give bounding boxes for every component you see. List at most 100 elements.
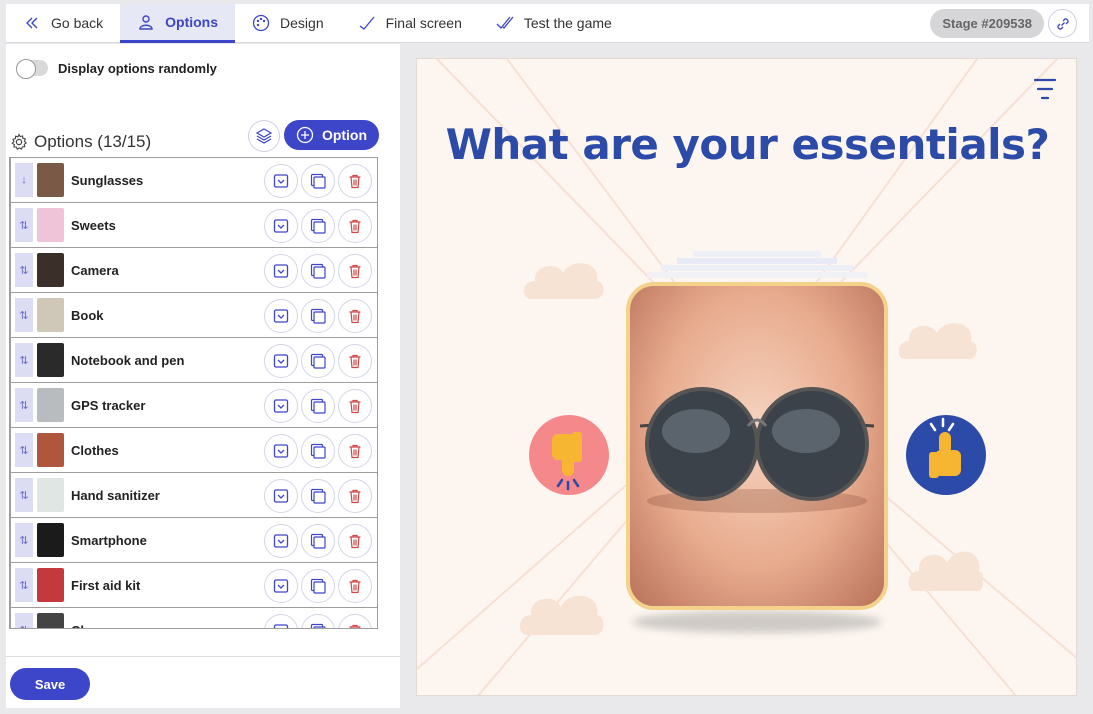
drag-handle-icon[interactable]: ⇅ <box>15 343 33 377</box>
option-row[interactable]: ⇅ First aid kit <box>11 563 377 608</box>
top-navigation-bar: Go back Options Design Final screen Test… <box>6 3 1089 43</box>
option-thumbnail <box>37 523 64 557</box>
trash-icon <box>349 354 361 369</box>
tab-design[interactable]: Design <box>235 4 341 43</box>
option-thumbnail <box>37 253 64 287</box>
gear-icon <box>11 133 28 150</box>
duplicate-button[interactable] <box>301 254 335 288</box>
expand-button[interactable] <box>264 209 298 243</box>
drag-handle-icon[interactable]: ⇅ <box>15 433 33 467</box>
duplicate-button[interactable] <box>301 164 335 198</box>
duplicate-button[interactable] <box>301 569 335 603</box>
expand-button[interactable] <box>264 434 298 468</box>
option-thumbnail <box>37 298 64 332</box>
drag-handle-icon[interactable]: ⇅ <box>15 388 33 422</box>
double-check-icon <box>496 16 514 29</box>
duplicate-button[interactable] <box>301 434 335 468</box>
tab-label: Final screen <box>385 15 462 31</box>
drag-handle-icon[interactable]: ↓ <box>15 163 33 197</box>
duplicate-button[interactable] <box>301 479 335 513</box>
option-row[interactable]: ⇅ Smartphone <box>11 518 377 563</box>
drag-handle-icon[interactable]: ⇅ <box>15 253 33 287</box>
duplicate-button[interactable] <box>301 389 335 423</box>
tab-label: Test the game <box>523 15 612 31</box>
link-button[interactable] <box>1048 9 1077 38</box>
delete-button[interactable] <box>338 389 372 423</box>
row-actions <box>264 614 372 628</box>
delete-button[interactable] <box>338 254 372 288</box>
expand-button[interactable] <box>264 254 298 288</box>
option-row[interactable]: ⇅ Clothes <box>11 428 377 473</box>
duplicate-button[interactable] <box>301 299 335 333</box>
duplicate-button[interactable] <box>301 209 335 243</box>
drag-handle-icon[interactable]: ⇅ <box>15 523 33 557</box>
option-card[interactable] <box>626 282 888 610</box>
delete-button[interactable] <box>338 479 372 513</box>
option-row[interactable]: ⇅ Camera <box>11 248 377 293</box>
drag-handle-icon[interactable]: ⇅ <box>15 208 33 242</box>
row-actions <box>264 164 372 198</box>
tab-go-back[interactable]: Go back <box>6 4 120 43</box>
row-actions <box>264 299 372 333</box>
tab-test-the-game[interactable]: Test the game <box>479 4 629 43</box>
save-button[interactable]: Save <box>10 668 90 700</box>
tab-options[interactable]: Options <box>120 3 236 43</box>
option-row[interactable]: ⇅ GPS tracker <box>11 383 377 428</box>
drag-handle-icon[interactable]: ⇅ <box>15 298 33 332</box>
chevron-down-box-icon <box>273 309 289 323</box>
expand-button[interactable] <box>264 614 298 628</box>
menu-icon[interactable] <box>1034 77 1056 101</box>
option-label: Hand sanitizer <box>71 487 160 503</box>
delete-button[interactable] <box>338 569 372 603</box>
option-row[interactable]: ⇅ Notebook and pen <box>11 338 377 383</box>
link-icon <box>1056 17 1069 30</box>
copy-icon <box>310 353 326 369</box>
expand-button[interactable] <box>264 299 298 333</box>
expand-button[interactable] <box>264 524 298 558</box>
option-label: Book <box>71 307 104 323</box>
delete-button[interactable] <box>338 344 372 378</box>
option-label: Charger <box>71 623 121 629</box>
thumbs-up-button[interactable] <box>905 414 987 496</box>
option-thumbnail <box>37 388 64 422</box>
option-row[interactable]: ⇅ Hand sanitizer <box>11 473 377 518</box>
drag-handle-icon[interactable]: ⇅ <box>15 568 33 602</box>
add-option-button[interactable]: Option <box>284 120 379 150</box>
option-row[interactable]: ⇅ Charger <box>11 608 377 629</box>
expand-button[interactable] <box>264 569 298 603</box>
delete-button[interactable] <box>338 164 372 198</box>
duplicate-button[interactable] <box>301 344 335 378</box>
game-preview: What are your essentials? <box>416 58 1077 696</box>
expand-button[interactable] <box>264 479 298 513</box>
option-row[interactable]: ↓ Sunglasses <box>11 158 377 203</box>
duplicate-button[interactable] <box>301 524 335 558</box>
options-panel: Display options randomly Options (13/15)… <box>6 44 400 708</box>
option-row[interactable]: ⇅ Sweets <box>11 203 377 248</box>
option-row[interactable]: ⇅ Book <box>11 293 377 338</box>
option-thumbnail <box>37 163 64 197</box>
options-list[interactable]: ↓ Sunglasses ⇅ Sweets ⇅ Camera ⇅ Book ⇅ Notebook … <box>9 157 378 629</box>
option-label: Notebook and pen <box>71 352 185 368</box>
expand-button[interactable] <box>264 344 298 378</box>
tab-final-screen[interactable]: Final screen <box>341 4 479 43</box>
delete-button[interactable] <box>338 299 372 333</box>
row-actions <box>264 389 372 423</box>
plus-circle-icon <box>296 126 314 144</box>
layers-button[interactable] <box>248 120 280 152</box>
drag-handle-icon[interactable]: ⇅ <box>15 613 33 628</box>
delete-button[interactable] <box>338 209 372 243</box>
delete-button[interactable] <box>338 524 372 558</box>
option-thumbnail <box>37 208 64 242</box>
expand-button[interactable] <box>264 389 298 423</box>
duplicate-button[interactable] <box>301 614 335 628</box>
stage-badge[interactable]: Stage #209538 <box>930 9 1044 38</box>
tab-label: Go back <box>51 15 104 31</box>
expand-button[interactable] <box>264 164 298 198</box>
drag-handle-icon[interactable]: ⇅ <box>15 478 33 512</box>
delete-button[interactable] <box>338 434 372 468</box>
cloud-decoration <box>523 263 604 299</box>
layers-icon <box>255 128 273 144</box>
delete-button[interactable] <box>338 614 372 628</box>
thumbs-down-button[interactable] <box>528 414 610 496</box>
display-randomly-toggle[interactable] <box>16 59 48 79</box>
